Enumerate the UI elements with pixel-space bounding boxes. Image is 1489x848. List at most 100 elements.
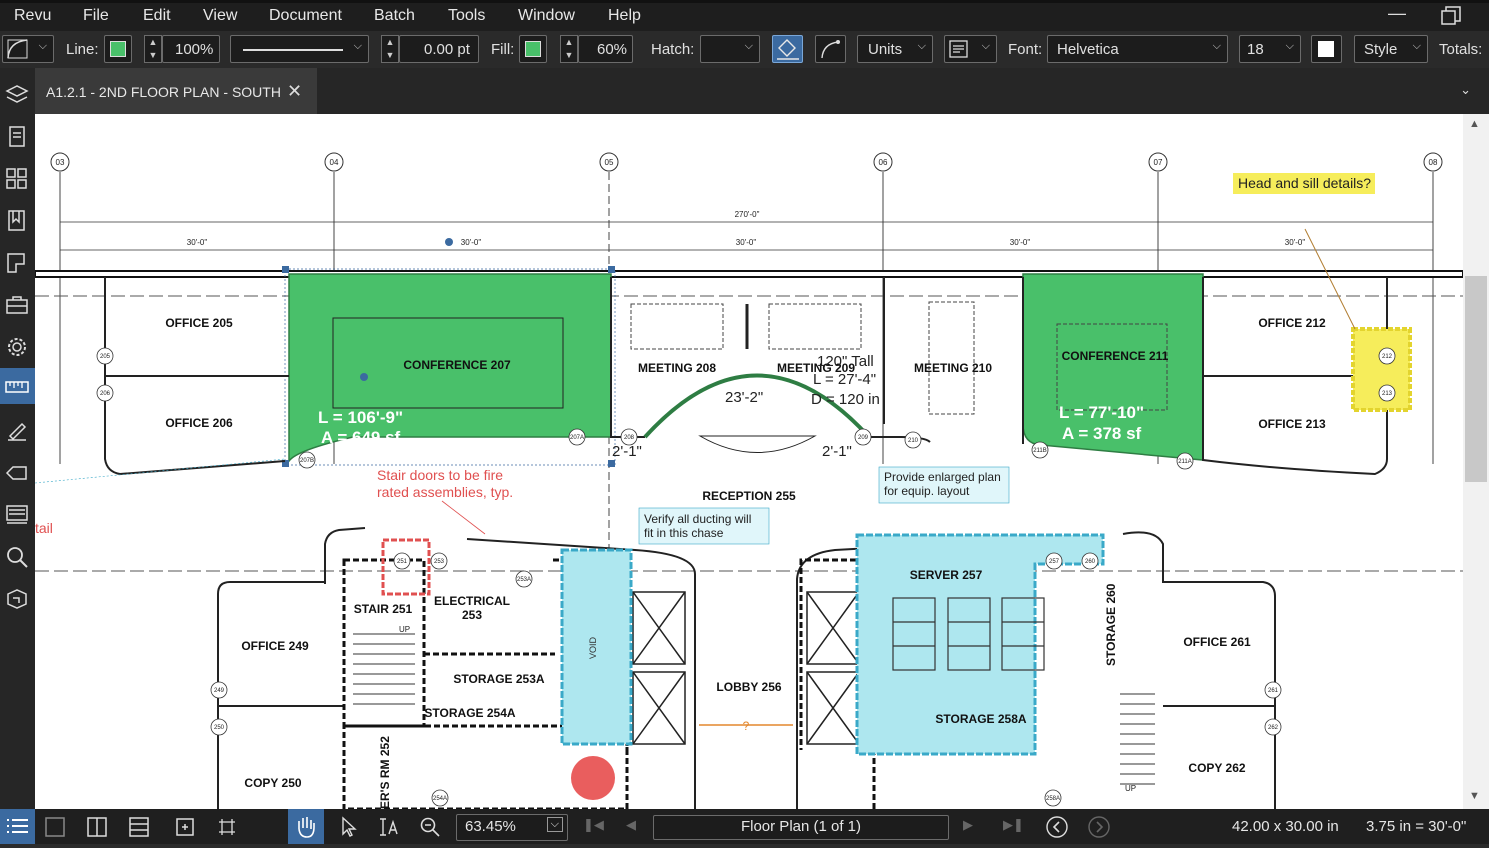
sync-icon[interactable] bbox=[174, 816, 196, 842]
menu-document[interactable]: Document bbox=[269, 7, 342, 25]
fill-tool-button[interactable] bbox=[772, 35, 803, 63]
last-page-icon[interactable]: ▶❚ bbox=[1003, 817, 1024, 833]
style-dropdown[interactable]: Style ⌵ bbox=[1354, 35, 1428, 63]
grid-label-04: 04 bbox=[330, 158, 339, 167]
chevron-down-icon[interactable]: ⌄ bbox=[1460, 82, 1471, 98]
line-color-button[interactable] bbox=[104, 35, 132, 63]
left-panel-bar bbox=[0, 68, 36, 809]
line-opacity-stepper[interactable]: ▲ ▼ bbox=[144, 35, 162, 63]
page-navigator[interactable]: Floor Plan (1 of 1) bbox=[653, 815, 949, 840]
menu-batch[interactable]: Batch bbox=[374, 7, 415, 25]
snap-icon[interactable] bbox=[216, 816, 238, 842]
previous-page-icon[interactable]: ◀ bbox=[626, 817, 636, 833]
line-width-input[interactable]: 0.00 pt bbox=[399, 35, 479, 63]
markups-icon[interactable] bbox=[0, 414, 35, 446]
selection-handle[interactable] bbox=[282, 266, 289, 273]
restore-icon[interactable] bbox=[1440, 5, 1462, 32]
search-icon[interactable] bbox=[0, 540, 35, 572]
room-label: CONFERENCE 211 bbox=[1062, 349, 1169, 363]
selection-handle[interactable] bbox=[608, 266, 615, 273]
font-size-dropdown[interactable]: 18 ⌵ bbox=[1239, 35, 1301, 63]
menu-revu[interactable]: Revu bbox=[14, 7, 51, 25]
fill-color-button[interactable] bbox=[519, 35, 547, 63]
zoom-icon[interactable] bbox=[419, 816, 441, 842]
line-width-stepper[interactable]: ▲ ▼ bbox=[381, 35, 399, 63]
back-view-icon[interactable] bbox=[1045, 815, 1069, 843]
fill-opacity-input[interactable]: 60% bbox=[578, 35, 633, 63]
selection-handle[interactable] bbox=[608, 460, 615, 467]
room-label: STORAGE 253A bbox=[453, 672, 544, 686]
door-tag: 213 bbox=[1382, 391, 1393, 397]
next-page-icon[interactable]: ▶ bbox=[963, 817, 973, 833]
menu-file[interactable]: File bbox=[83, 7, 109, 25]
pan-tool-icon[interactable] bbox=[288, 809, 324, 844]
room-label: OFFICE 212 bbox=[1258, 316, 1326, 330]
toolbox-icon[interactable] bbox=[0, 288, 35, 320]
note-detail-fragment: tail bbox=[35, 520, 53, 536]
split-vertical-icon[interactable] bbox=[86, 816, 108, 842]
vertical-scrollbar[interactable]: ▲ ▼ bbox=[1463, 114, 1489, 809]
note-ducting-line1: Verify all ducting will bbox=[644, 512, 751, 526]
menu-help[interactable]: Help bbox=[608, 7, 641, 25]
note-ducting-line2: fit in this chase bbox=[644, 526, 724, 540]
line-opacity-input[interactable]: 100% bbox=[162, 35, 220, 63]
chevron-down-icon: ⌵ bbox=[38, 40, 47, 52]
bay-dimension: 30'-0" bbox=[736, 238, 757, 247]
settings-icon[interactable] bbox=[0, 330, 35, 362]
text-align-dropdown[interactable]: ⌵ bbox=[944, 35, 997, 63]
zoom-level-dropdown[interactable]: 63.45% ⌵ bbox=[456, 814, 568, 841]
studio-icon[interactable] bbox=[0, 582, 35, 614]
menu-view[interactable]: View bbox=[203, 7, 237, 25]
chevron-down-icon: ⌵ bbox=[1212, 40, 1221, 52]
bookmarks-icon[interactable] bbox=[0, 204, 35, 236]
layers-icon[interactable] bbox=[0, 78, 35, 110]
menu-tools[interactable]: Tools bbox=[448, 7, 485, 25]
minimize-icon[interactable]: — bbox=[1388, 3, 1406, 24]
exterior-wall bbox=[35, 270, 1463, 278]
room-label: CONFERENCE 207 bbox=[403, 358, 511, 372]
red-circle-markup[interactable] bbox=[571, 756, 615, 800]
menu-edit[interactable]: Edit bbox=[143, 7, 171, 25]
bay-dimension: 30'-0" bbox=[1010, 238, 1031, 247]
door-tag: 208 bbox=[624, 435, 635, 441]
tag-icon[interactable] bbox=[0, 456, 35, 488]
scroll-up-icon[interactable]: ▲ bbox=[1469, 118, 1480, 130]
up-label: UP bbox=[1125, 784, 1136, 793]
sheets-icon[interactable] bbox=[0, 246, 35, 278]
arc-icon bbox=[821, 40, 840, 59]
rotate-handle[interactable] bbox=[445, 238, 453, 246]
close-icon[interactable]: ✕ bbox=[287, 81, 302, 102]
center-handle[interactable] bbox=[360, 373, 368, 381]
stack-icon[interactable] bbox=[0, 498, 35, 530]
units-dropdown[interactable]: Units ⌵ bbox=[857, 35, 933, 63]
single-page-icon[interactable] bbox=[44, 816, 66, 842]
text-select-icon[interactable] bbox=[378, 816, 400, 842]
door-tag: 211A bbox=[1178, 459, 1192, 465]
thumbnails-icon[interactable] bbox=[0, 162, 35, 194]
menu-window[interactable]: Window bbox=[518, 7, 575, 25]
arc-tool-button[interactable] bbox=[815, 35, 846, 63]
room-label: RECEPTION 255 bbox=[702, 489, 796, 503]
drawing-canvas[interactable]: 03 04 05 06 07 08 270'-0" 30'-0" 30'-0" … bbox=[35, 114, 1463, 809]
forward-view-icon[interactable] bbox=[1087, 815, 1111, 843]
document-tab[interactable]: A1.2.1 - 2ND FLOOR PLAN - SOUTH ✕ bbox=[35, 68, 317, 114]
callout-leader bbox=[441, 500, 486, 535]
document-icon[interactable] bbox=[0, 120, 35, 152]
line-style-dropdown[interactable]: ⌵ bbox=[230, 35, 369, 63]
hatch-dropdown[interactable]: ⌵ bbox=[700, 35, 760, 63]
split-horizontal-icon[interactable] bbox=[128, 816, 150, 842]
door-tag: 212 bbox=[1382, 354, 1393, 360]
callout-leader bbox=[1304, 228, 1356, 330]
text-color-button[interactable] bbox=[1311, 35, 1342, 63]
select-tool-icon[interactable] bbox=[338, 816, 360, 842]
font-dropdown[interactable]: Helvetica ⌵ bbox=[1047, 35, 1228, 63]
scroll-down-icon[interactable]: ▼ bbox=[1469, 790, 1480, 802]
markup-shape-dropdown[interactable]: ⌵ bbox=[2, 35, 54, 63]
fill-opacity-stepper[interactable]: ▲ ▼ bbox=[560, 35, 578, 63]
measure-icon[interactable] bbox=[0, 368, 35, 404]
first-page-icon[interactable]: ❚◀ bbox=[583, 817, 604, 833]
door-tag: 211B bbox=[1033, 448, 1047, 454]
list-icon[interactable] bbox=[0, 809, 35, 844]
scrollbar-thumb[interactable] bbox=[1465, 276, 1487, 482]
floor-plan-drawing: 03 04 05 06 07 08 270'-0" 30'-0" 30'-0" … bbox=[35, 152, 1463, 809]
